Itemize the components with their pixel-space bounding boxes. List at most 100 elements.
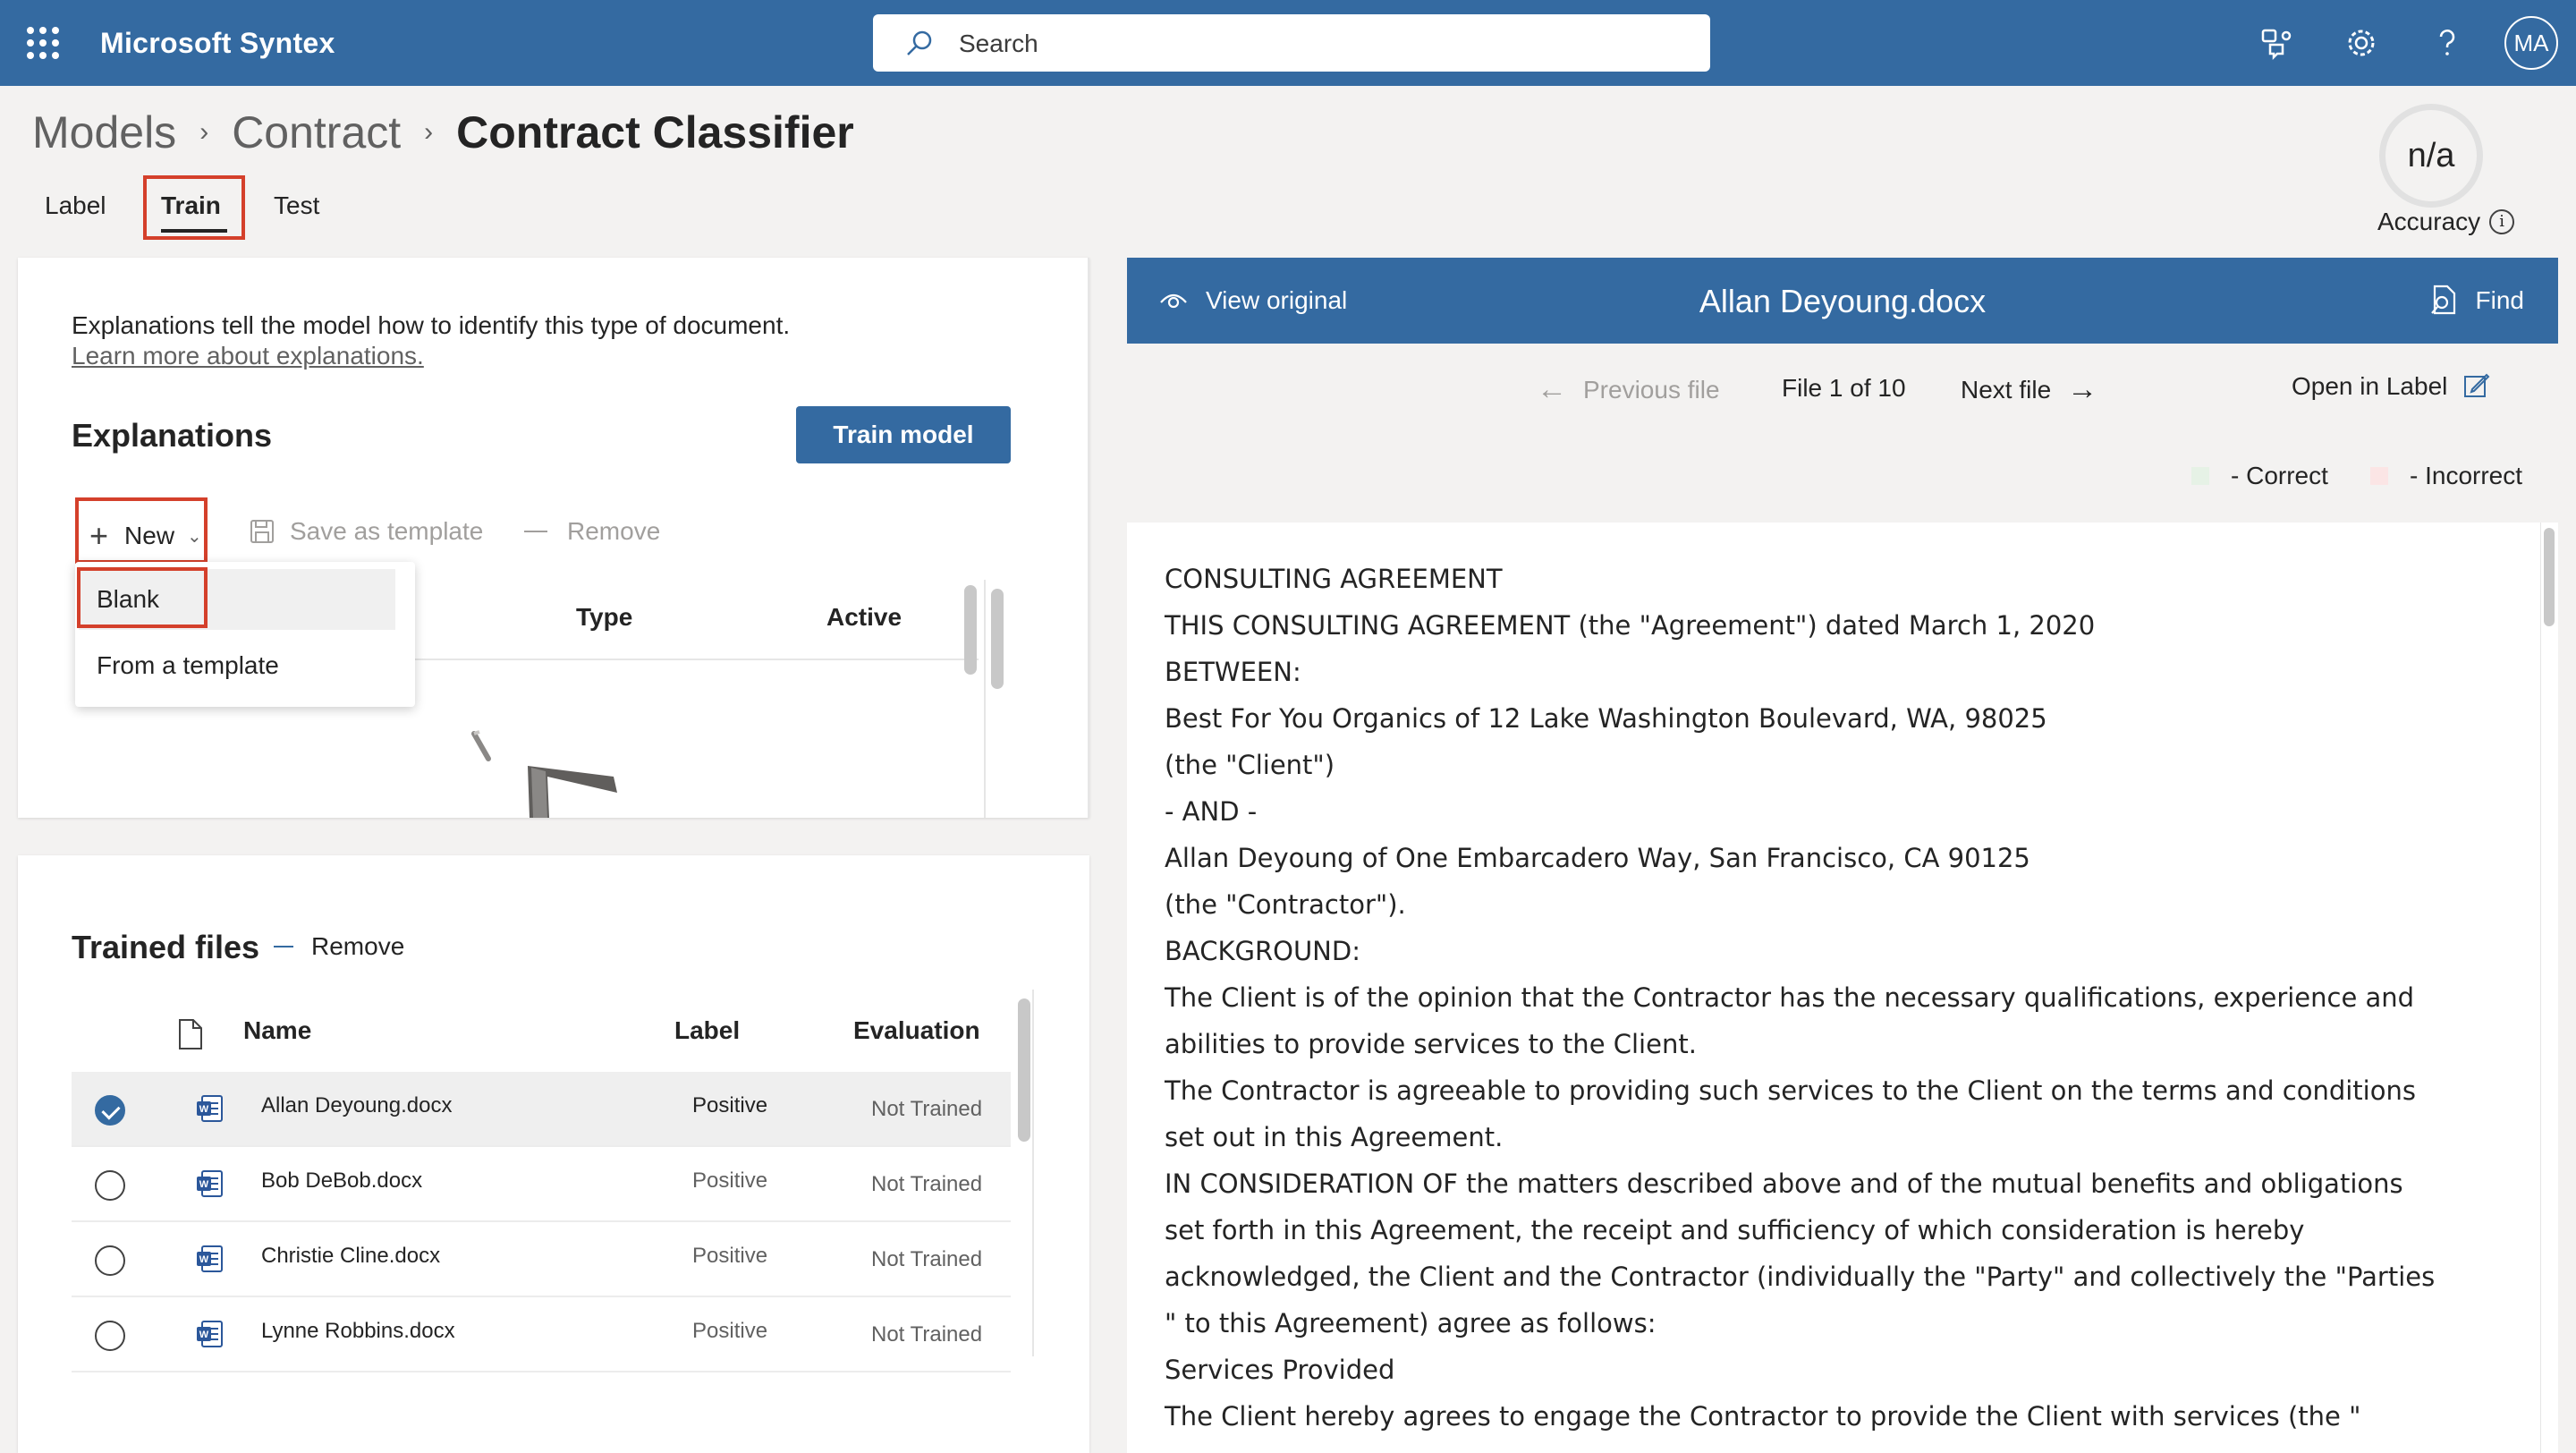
explanations-card: Explanations tell the model how to ident… (18, 258, 1089, 818)
accuracy-label-text: Accuracy (2377, 208, 2481, 235)
remove-trained-file-button[interactable]: Remove (274, 932, 404, 961)
accuracy-label: Accuracy i (2377, 208, 2515, 236)
row-checkbox[interactable] (95, 1245, 125, 1276)
file-label: Positive (692, 1093, 768, 1117)
arrow-right-icon: → (2067, 372, 2098, 406)
document-line: set out in this Agreement. (1165, 1122, 1504, 1152)
file-icon (179, 1019, 202, 1049)
document-content[interactable]: CONSULTING AGREEMENT THIS CONSULTING AGR… (1127, 523, 2540, 1453)
document-line: THIS CONSULTING AGREEMENT (the "Agreemen… (1165, 610, 2096, 641)
arrow-left-icon: ← (1537, 372, 1567, 406)
menu-item-from-template[interactable]: From a template (79, 635, 395, 696)
document-line: Services Provided (1165, 1355, 1395, 1385)
file-evaluation: Not Trained (871, 1172, 983, 1196)
scrollbar-thumb[interactable] (2544, 528, 2555, 626)
remove-label: Remove (567, 517, 661, 545)
tab-label[interactable]: Label (45, 191, 106, 220)
top-bar: Microsoft Syntex Search MA (0, 0, 2576, 86)
word-document-icon: W (197, 1170, 223, 1197)
file-evaluation: Not Trained (871, 1097, 983, 1121)
file-counter: File 1 of 10 (1782, 374, 1906, 402)
file-name[interactable]: Lynne Robbins.docx (261, 1319, 455, 1344)
file-label: Positive (692, 1319, 768, 1343)
column-header-evaluation[interactable]: Evaluation (853, 1016, 980, 1045)
help-icon[interactable] (2429, 25, 2465, 61)
breadcrumb: Models › Contract › Contract Classifier (32, 106, 854, 159)
settings-icon[interactable] (2343, 25, 2379, 61)
learn-more-link[interactable]: Learn more about explanations. (72, 342, 424, 370)
train-model-button[interactable]: Train model (796, 406, 1011, 463)
table-row[interactable]: W Christie Cline.docx Positive Not Train… (72, 1222, 1011, 1297)
scrollbar-thumb[interactable] (991, 589, 1004, 689)
divider (1032, 990, 1034, 1356)
remove-explanation-button[interactable]: Remove (524, 517, 660, 546)
trained-files-card: Trained files Remove Name Label Evaluati… (18, 855, 1089, 1453)
row-checkbox[interactable] (95, 1321, 125, 1351)
svg-text:W: W (199, 1254, 209, 1265)
file-name[interactable]: Allan Deyoung.docx (261, 1093, 452, 1118)
table-row[interactable]: W Bob DeBob.docx Positive Not Trained (72, 1147, 1011, 1222)
minus-icon (524, 531, 547, 532)
app-title[interactable]: Microsoft Syntex (100, 27, 335, 60)
legend-incorrect-label: - Incorrect (2410, 462, 2523, 489)
column-header-label[interactable]: Label (674, 1016, 740, 1045)
document-viewer-header: View original Allan Deyoung.docx Find (1127, 258, 2558, 344)
legend: - Correct - Incorrect (1127, 429, 2558, 523)
legend-correct: - Correct (2191, 462, 2328, 490)
feedback-icon[interactable] (2258, 25, 2293, 61)
document-line: - AND - (1165, 796, 1258, 827)
open-in-label-button[interactable]: Open in Label (2292, 372, 2490, 401)
document-line: IN CONSIDERATION OF the matters describe… (1165, 1168, 2403, 1199)
column-header-type[interactable]: Type (576, 603, 632, 632)
search-input[interactable]: Search (959, 30, 1038, 58)
search-box[interactable]: Search (873, 14, 1710, 72)
avatar[interactable]: MA (2504, 16, 2558, 70)
row-checkbox[interactable] (95, 1170, 125, 1201)
word-document-icon: W (197, 1095, 223, 1122)
file-name[interactable]: Bob DeBob.docx (261, 1168, 422, 1194)
highlight-box (77, 567, 208, 628)
previous-file-button[interactable]: ← Previous file (1537, 372, 1720, 407)
file-evaluation: Not Trained (871, 1322, 983, 1347)
find-button[interactable]: Find (2429, 285, 2524, 317)
breadcrumb-contract[interactable]: Contract (232, 106, 401, 158)
scrollbar-thumb[interactable] (964, 585, 977, 675)
explanations-title: Explanations (72, 417, 273, 454)
search-icon (907, 30, 932, 55)
file-name[interactable]: Christie Cline.docx (261, 1244, 440, 1269)
scrollbar-thumb[interactable] (1018, 998, 1030, 1142)
file-evaluation: Not Trained (871, 1247, 983, 1271)
svg-text:W: W (199, 1179, 209, 1190)
app-launcher-icon[interactable] (27, 27, 59, 59)
accuracy-gauge: n/a (2379, 104, 2483, 208)
row-checkbox[interactable] (95, 1095, 125, 1126)
document-line: (the "Contractor"). (1165, 889, 1406, 920)
tab-test[interactable]: Test (274, 191, 319, 220)
column-header-name[interactable]: Name (243, 1016, 311, 1045)
file-label: Positive (692, 1168, 768, 1193)
highlight-box (143, 175, 245, 240)
column-header-active[interactable]: Active (826, 603, 902, 632)
svg-text:W: W (199, 1104, 209, 1115)
document-line: BACKGROUND: (1165, 936, 1360, 966)
find-icon (2430, 285, 2455, 315)
save-as-template-button[interactable]: Save as template (249, 517, 483, 546)
file-label: Positive (692, 1244, 768, 1268)
breadcrumb-models[interactable]: Models (32, 106, 176, 158)
next-file-button[interactable]: Next file → (1961, 372, 2097, 407)
info-icon[interactable]: i (2489, 209, 2515, 234)
minus-icon (274, 946, 293, 947)
document-title: Allan Deyoung.docx (1699, 283, 1987, 319)
page-title: Contract Classifier (456, 107, 854, 157)
next-file-label: Next file (1961, 375, 2052, 404)
document-line: set forth in this Agreement, the receipt… (1165, 1215, 2305, 1245)
edit-icon (2464, 373, 2490, 397)
chevron-right-icon: › (424, 117, 434, 147)
document-line: abilities to provide services to the Cli… (1165, 1029, 1697, 1059)
svg-text:W: W (199, 1330, 209, 1340)
divider (397, 659, 979, 660)
table-row[interactable]: W Allan Deyoung.docx Positive Not Traine… (72, 1072, 1011, 1147)
document-scrollbar[interactable] (2540, 523, 2558, 1453)
highlight-box (75, 497, 208, 564)
table-row[interactable]: W Lynne Robbins.docx Positive Not Traine… (72, 1297, 1011, 1372)
